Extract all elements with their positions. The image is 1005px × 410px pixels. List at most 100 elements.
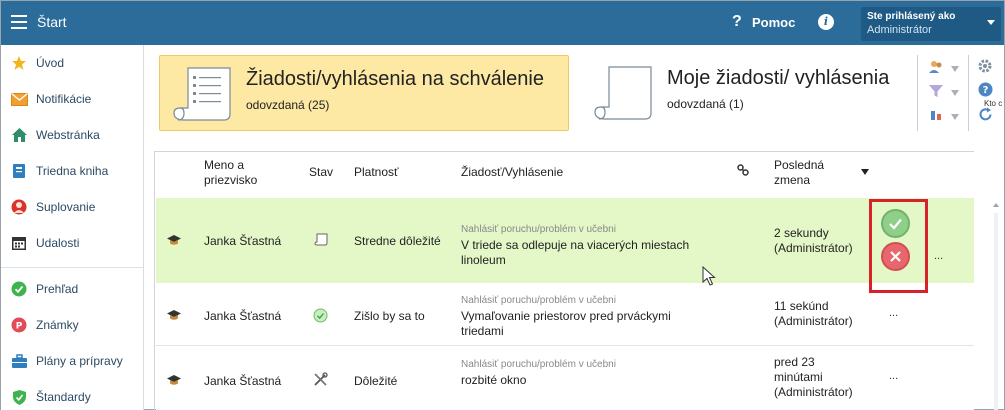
grade-icon: P [10, 316, 28, 334]
sidebar-item-label: Prehľad [36, 282, 79, 296]
sidebar-item-label: Štandardy [36, 390, 91, 404]
sidebar-item-notifikacie[interactable]: Notifikácie [1, 81, 144, 117]
check-circle-icon [313, 308, 328, 327]
graduation-cap-icon [166, 234, 182, 250]
row-request-category: Nahlásiť poruchu/problém v učebni [461, 295, 616, 306]
card-title: Moje žiadosti/ vyhlásenia [667, 67, 890, 89]
users-filter-icon[interactable] [928, 59, 944, 78]
column-header-request[interactable]: Žiadosť/Vyhlásenie [461, 165, 563, 180]
sidebar-item-udalosti[interactable]: Udalosti [1, 225, 144, 261]
row-request: Nahlásiť poruchu/problém v učebni V trie… [461, 222, 711, 268]
document-icon [314, 233, 328, 250]
row-validity: Stredne dôležité [354, 234, 441, 248]
row-name: Janka Šťastná [204, 374, 282, 388]
sidebar-item-label: Suplovanie [36, 200, 96, 214]
calendar-icon [10, 234, 28, 252]
user-caption: Ste prihlásený ako [867, 11, 956, 22]
column-header-last-change[interactable]: Posledná zmena [774, 158, 846, 188]
tools-icon [313, 372, 328, 391]
row-last-change: pred 23 minútami (Administrátor) [774, 355, 853, 399]
sidebar-item-label: Úvod [36, 56, 65, 70]
sidebar-item-prehlad[interactable]: Prehľad [1, 271, 144, 307]
sidebar-item-label: Známky [36, 318, 79, 332]
toolbar-right: ? [917, 55, 1004, 131]
refresh-icon[interactable] [978, 107, 993, 125]
user-name: Administrátor [867, 24, 932, 36]
row-request-category: Nahlásiť poruchu/problém v učebni [461, 224, 616, 235]
filter-icon[interactable] [928, 83, 944, 102]
row-more-button[interactable]: ... [889, 307, 898, 319]
briefcase-icon [10, 352, 28, 370]
row-request-text: Vymaľovanie priestorov pred prváckymi tr… [461, 309, 671, 338]
graduation-cap-icon [166, 374, 182, 390]
scroll-list-icon [170, 64, 236, 127]
row-last-change: 11 sekúnd (Administrátor) [774, 299, 853, 328]
user-menu[interactable]: Ste prihlásený ako Administrátor [861, 7, 1001, 41]
sidebar-item-znamky[interactable]: P Známky [1, 307, 144, 343]
gear-icon[interactable] [978, 59, 992, 76]
sidebar-item-standardy[interactable]: Štandardy [1, 379, 144, 410]
help-circle-icon[interactable]: ? [978, 82, 993, 100]
column-header-name[interactable]: Meno a priezvisko [204, 158, 284, 188]
row-request-text: V triede sa odlepuje na viacerých miesta… [461, 238, 690, 267]
chevron-down-icon[interactable] [950, 86, 960, 100]
star-icon [10, 54, 28, 72]
scroll-icon [591, 63, 657, 126]
sidebar-item-label: Plány a prípravy [36, 354, 123, 368]
row-more-button[interactable]: ... [934, 250, 943, 262]
card-subtitle: odovzdaná (1) [667, 97, 744, 111]
chevron-down-icon[interactable] [950, 110, 960, 124]
row-request-text: rozbité okno [461, 373, 527, 387]
sidebar-item-triedna-kniha[interactable]: Triedna kniha [1, 153, 144, 189]
sort-desc-icon[interactable] [861, 165, 869, 180]
row-validity: Dôležité [354, 374, 398, 388]
row-validity: Zišlo by sa to [354, 309, 425, 323]
row-name: Janka Šťastná [204, 234, 282, 248]
column-header-status[interactable]: Stav [309, 165, 333, 180]
sidebar: Úvod Notifikácie Webstránka Triedna knih… [1, 45, 144, 410]
sidebar-item-label: Notifikácie [36, 92, 92, 106]
info-icon[interactable]: i [818, 14, 834, 30]
link-icon[interactable] [737, 164, 749, 180]
row-request: Nahlásiť poruchu/problém v učebni Vymaľo… [461, 293, 711, 339]
card-my-requests[interactable]: Moje žiadosti/ vyhlásenia odovzdaná (1) [581, 55, 911, 131]
row-request-category: Nahlásiť poruchu/problém v učebni [461, 359, 616, 370]
chevron-down-icon[interactable] [950, 62, 960, 76]
top-bar: Štart ? Pomoc i Ste prihlásený ako Admin… [1, 1, 1004, 45]
scrollbar[interactable] [991, 201, 1001, 410]
menu-icon[interactable] [11, 15, 27, 29]
app-title[interactable]: Štart [37, 14, 67, 30]
table-row[interactable]: Janka Šťastná Zišlo by sa to Nahlásiť po… [156, 283, 974, 346]
house-icon [10, 126, 28, 144]
svg-text:?: ? [983, 85, 989, 96]
sort-icon[interactable] [928, 107, 944, 126]
row-last-change: 2 sekundy (Administrátor) [774, 226, 853, 255]
check-circle-icon [10, 280, 28, 298]
row-request: Nahlásiť poruchu/problém v učebni rozbit… [461, 357, 711, 388]
sidebar-item-label: Udalosti [36, 236, 80, 250]
sidebar-item-suplovanie[interactable]: Suplovanie [1, 189, 144, 225]
mouse-cursor-icon [702, 265, 716, 289]
help-icon[interactable]: ? [732, 13, 742, 31]
shield-icon [10, 388, 28, 406]
book-icon [10, 162, 28, 180]
chevron-down-icon [987, 20, 995, 25]
annotation-highlight-box [869, 199, 928, 293]
sidebar-item-webstranka[interactable]: Webstránka [1, 117, 144, 153]
toolbar-divider [968, 55, 969, 131]
column-header-validity[interactable]: Platnosť [354, 165, 399, 180]
row-more-button[interactable]: ... [889, 370, 898, 382]
table-row[interactable]: Janka Šťastná Dôležité Nahlásiť poruchu/… [156, 346, 974, 410]
graduation-cap-icon [166, 309, 182, 325]
row-name: Janka Šťastná [204, 309, 282, 323]
sidebar-divider [1, 267, 144, 268]
svg-text:P: P [16, 322, 23, 332]
table-row[interactable]: Janka Šťastná Stredne dôležité Nahlásiť … [156, 198, 974, 283]
kto-label: Kto c [984, 99, 1003, 108]
sidebar-item-uvod[interactable]: Úvod [1, 45, 144, 81]
sidebar-item-plany[interactable]: Plány a prípravy [1, 343, 144, 379]
requests-table: Meno a priezvisko Stav Platnosť Žiadosť/… [154, 151, 974, 410]
card-pending-approval[interactable]: Žiadosti/vyhlásenia na schválenie odovzd… [159, 55, 569, 131]
envelope-icon [10, 90, 28, 108]
help-link[interactable]: Pomoc [752, 15, 795, 30]
